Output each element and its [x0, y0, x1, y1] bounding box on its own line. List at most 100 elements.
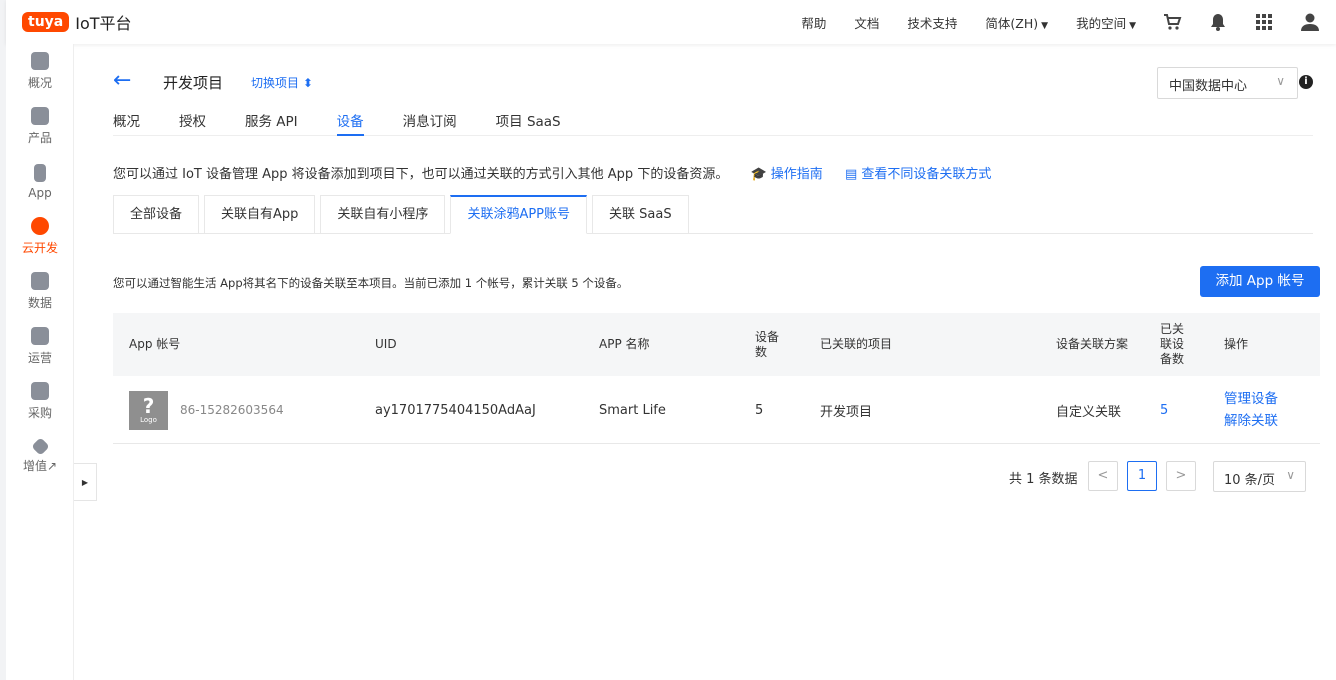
accounts-table: App 帐号 UID APP 名称 设备数 已关联的项目 设备关联方案 已关联设… [113, 313, 1320, 444]
app-logo-placeholder: ? Logo [129, 390, 168, 430]
guide-link[interactable]: 🎓 操作指南 [750, 167, 822, 182]
logo-caption: Logo [140, 416, 157, 424]
caret-down-icon: ▼ [1129, 20, 1136, 31]
box-icon [31, 382, 49, 400]
cart-icon[interactable] [1162, 12, 1182, 32]
col-uid: UID [375, 337, 397, 351]
data-center-select[interactable]: 中国数据中心 ∨ [1157, 67, 1298, 99]
logo-badge: tuya [22, 12, 70, 32]
cell-device-count: 5 [755, 402, 764, 418]
space-select[interactable]: 我的空间 ▼ [1076, 13, 1136, 32]
methods-link[interactable]: ▤ 查看不同设备关联方式 [845, 167, 991, 182]
unlink-link[interactable]: 解除关联 [1224, 410, 1278, 432]
back-arrow-icon[interactable]: ← [113, 68, 131, 94]
tab-service-api[interactable]: 服务 API [245, 110, 298, 136]
subtab-own-app[interactable]: 关联自有App [204, 195, 316, 234]
col-linked-device-count: 已关联设备数 [1160, 322, 1185, 366]
subtab-saas[interactable]: 关联 SaaS [592, 195, 689, 234]
next-page-button[interactable]: > [1166, 461, 1196, 491]
chart-icon [31, 272, 49, 290]
space-label: 我的空间 [1076, 15, 1127, 31]
project-tabs: 概况 授权 服务 API 设备 消息订阅 项目 SaaS [113, 110, 1313, 136]
sidebar-item-app[interactable]: App [6, 154, 74, 209]
sidebar-item-operation[interactable]: 运营 [6, 319, 74, 374]
sidebar-item-cloud-dev[interactable]: 云开发 [6, 209, 74, 264]
sidebar-item-label: 增值↗ [22, 458, 58, 473]
sidebar-expand-button[interactable]: ▶ [74, 463, 97, 501]
question-mark-icon: ? [142, 394, 155, 418]
info-icon[interactable]: i [1299, 75, 1313, 89]
cell-uid: ay1701775404150AdAaJ [375, 402, 536, 418]
page: tuya IoT平台 帮助 文档 技术支持 简体(ZH) ▼ 我的空间 ▼ 概况… [0, 0, 1336, 680]
graduation-cap-icon: 🎓 [750, 167, 767, 182]
sidebar-item-product[interactable]: 产品 [6, 99, 74, 154]
cell-link-scheme: 自定义关联 [1056, 404, 1122, 420]
top-bar: tuya IoT平台 帮助 文档 技术支持 简体(ZH) ▼ 我的空间 ▼ [6, 0, 1336, 44]
cloud-icon [31, 217, 49, 235]
sidebar-item-label: 云开发 [21, 241, 58, 255]
switch-project-button[interactable]: 切换项目 ⬍ [251, 74, 313, 91]
subtab-own-mini-program[interactable]: 关联自有小程序 [320, 195, 446, 234]
user-icon[interactable] [1300, 12, 1320, 32]
subtab-tuya-app-account[interactable]: 关联涂鸦APP账号 [450, 195, 588, 234]
methods-link-label: 查看不同设备关联方式 [861, 167, 992, 182]
logo-text: IoT平台 [75, 14, 132, 33]
col-link-scheme: 设备关联方案 [1056, 337, 1129, 351]
sidebar-item-overview[interactable]: 概况 [6, 44, 74, 99]
linked-count-link[interactable]: 5 [1160, 376, 1168, 444]
tab-message-subscription[interactable]: 消息订阅 [403, 110, 457, 136]
col-actions: 操作 [1224, 337, 1249, 351]
device-description: 您可以通过 IoT 设备管理 App 将设备添加到项目下，也可以通过关联的方式引… [113, 163, 991, 182]
subtab-all-devices[interactable]: 全部设备 [113, 195, 200, 234]
nav-docs[interactable]: 文档 [854, 13, 879, 32]
brand-logo[interactable]: tuya IoT平台 [22, 10, 132, 34]
phone-icon [34, 163, 46, 182]
data-center-value: 中国数据中心 [1169, 79, 1248, 94]
bell-icon[interactable] [1208, 12, 1228, 32]
account-number: 86-15282603564 [180, 403, 284, 417]
tab-authorization[interactable]: 授权 [179, 110, 206, 136]
prev-page-button[interactable]: < [1088, 461, 1118, 491]
document-icon: ▤ [844, 167, 858, 182]
sidebar-item-value-added[interactable]: 增值↗ [6, 429, 74, 484]
col-device-count: 设备数 [755, 329, 780, 359]
cell-actions: 管理设备 解除关联 [1224, 376, 1278, 444]
col-app-account: App 帐号 [129, 337, 181, 351]
caret-right-icon: ▶ [81, 477, 89, 487]
sidebar-item-label: App [28, 185, 52, 200]
page-size-value: 10 条/页 [1224, 473, 1276, 488]
language-label: 简体(ZH) [985, 15, 1039, 31]
language-select[interactable]: 简体(ZH) ▼ [985, 13, 1048, 32]
apps-grid-icon[interactable] [1254, 12, 1274, 32]
nav-support[interactable]: 技术支持 [907, 13, 957, 32]
top-nav: 帮助 文档 技术支持 简体(ZH) ▼ 我的空间 ▼ [773, 0, 1320, 44]
caret-down-icon: ▼ [1041, 20, 1049, 31]
sidebar-item-label: 产品 [27, 131, 52, 145]
page-1-button[interactable]: 1 [1127, 461, 1157, 491]
home-icon [31, 52, 49, 70]
table-row: ? Logo 86-15282603564 ay1701775404150AdA… [113, 376, 1320, 444]
pagination-total: 共 1 条数据 [1009, 472, 1078, 487]
nav-help[interactable]: 帮助 [801, 13, 826, 32]
manage-devices-link[interactable]: 管理设备 [1224, 388, 1278, 410]
add-app-account-button[interactable]: 添加 App 帐号 [1200, 266, 1320, 297]
table-header: App 帐号 UID APP 名称 设备数 已关联的项目 设备关联方案 已关联设… [113, 313, 1320, 376]
guide-link-label: 操作指南 [770, 167, 823, 182]
subtab-description: 您可以通过智能生活 App将其名下的设备关联至本项目。当前已添加 1 个帐号，累… [113, 276, 629, 290]
device-subtabs: 全部设备 关联自有App 关联自有小程序 关联涂鸦APP账号 关联 SaaS [113, 195, 1313, 234]
chevron-down-icon: ∨ [1286, 468, 1295, 482]
chevron-down-icon: ∨ [1276, 74, 1285, 88]
page-header: ← 开发项目 切换项目 ⬍ 中国数据中心 ∨ i [113, 67, 1313, 99]
sidebar-item-purchase[interactable]: 采购 [6, 374, 74, 429]
sidebar-item-label: 采购 [27, 406, 52, 420]
cell-app-name: Smart Life [599, 402, 666, 418]
page-size-select[interactable]: 10 条/页 ∨ [1213, 461, 1306, 492]
page-title: 开发项目 [163, 74, 224, 92]
tab-project-saas[interactable]: 项目 SaaS [496, 110, 561, 136]
diamond-icon [30, 436, 50, 456]
cell-account: ? Logo 86-15282603564 [129, 376, 284, 444]
sidebar-item-label: 运营 [27, 351, 52, 365]
tab-overview[interactable]: 概况 [113, 110, 140, 136]
sidebar-item-data[interactable]: 数据 [6, 264, 74, 319]
tab-devices[interactable]: 设备 [336, 110, 364, 136]
